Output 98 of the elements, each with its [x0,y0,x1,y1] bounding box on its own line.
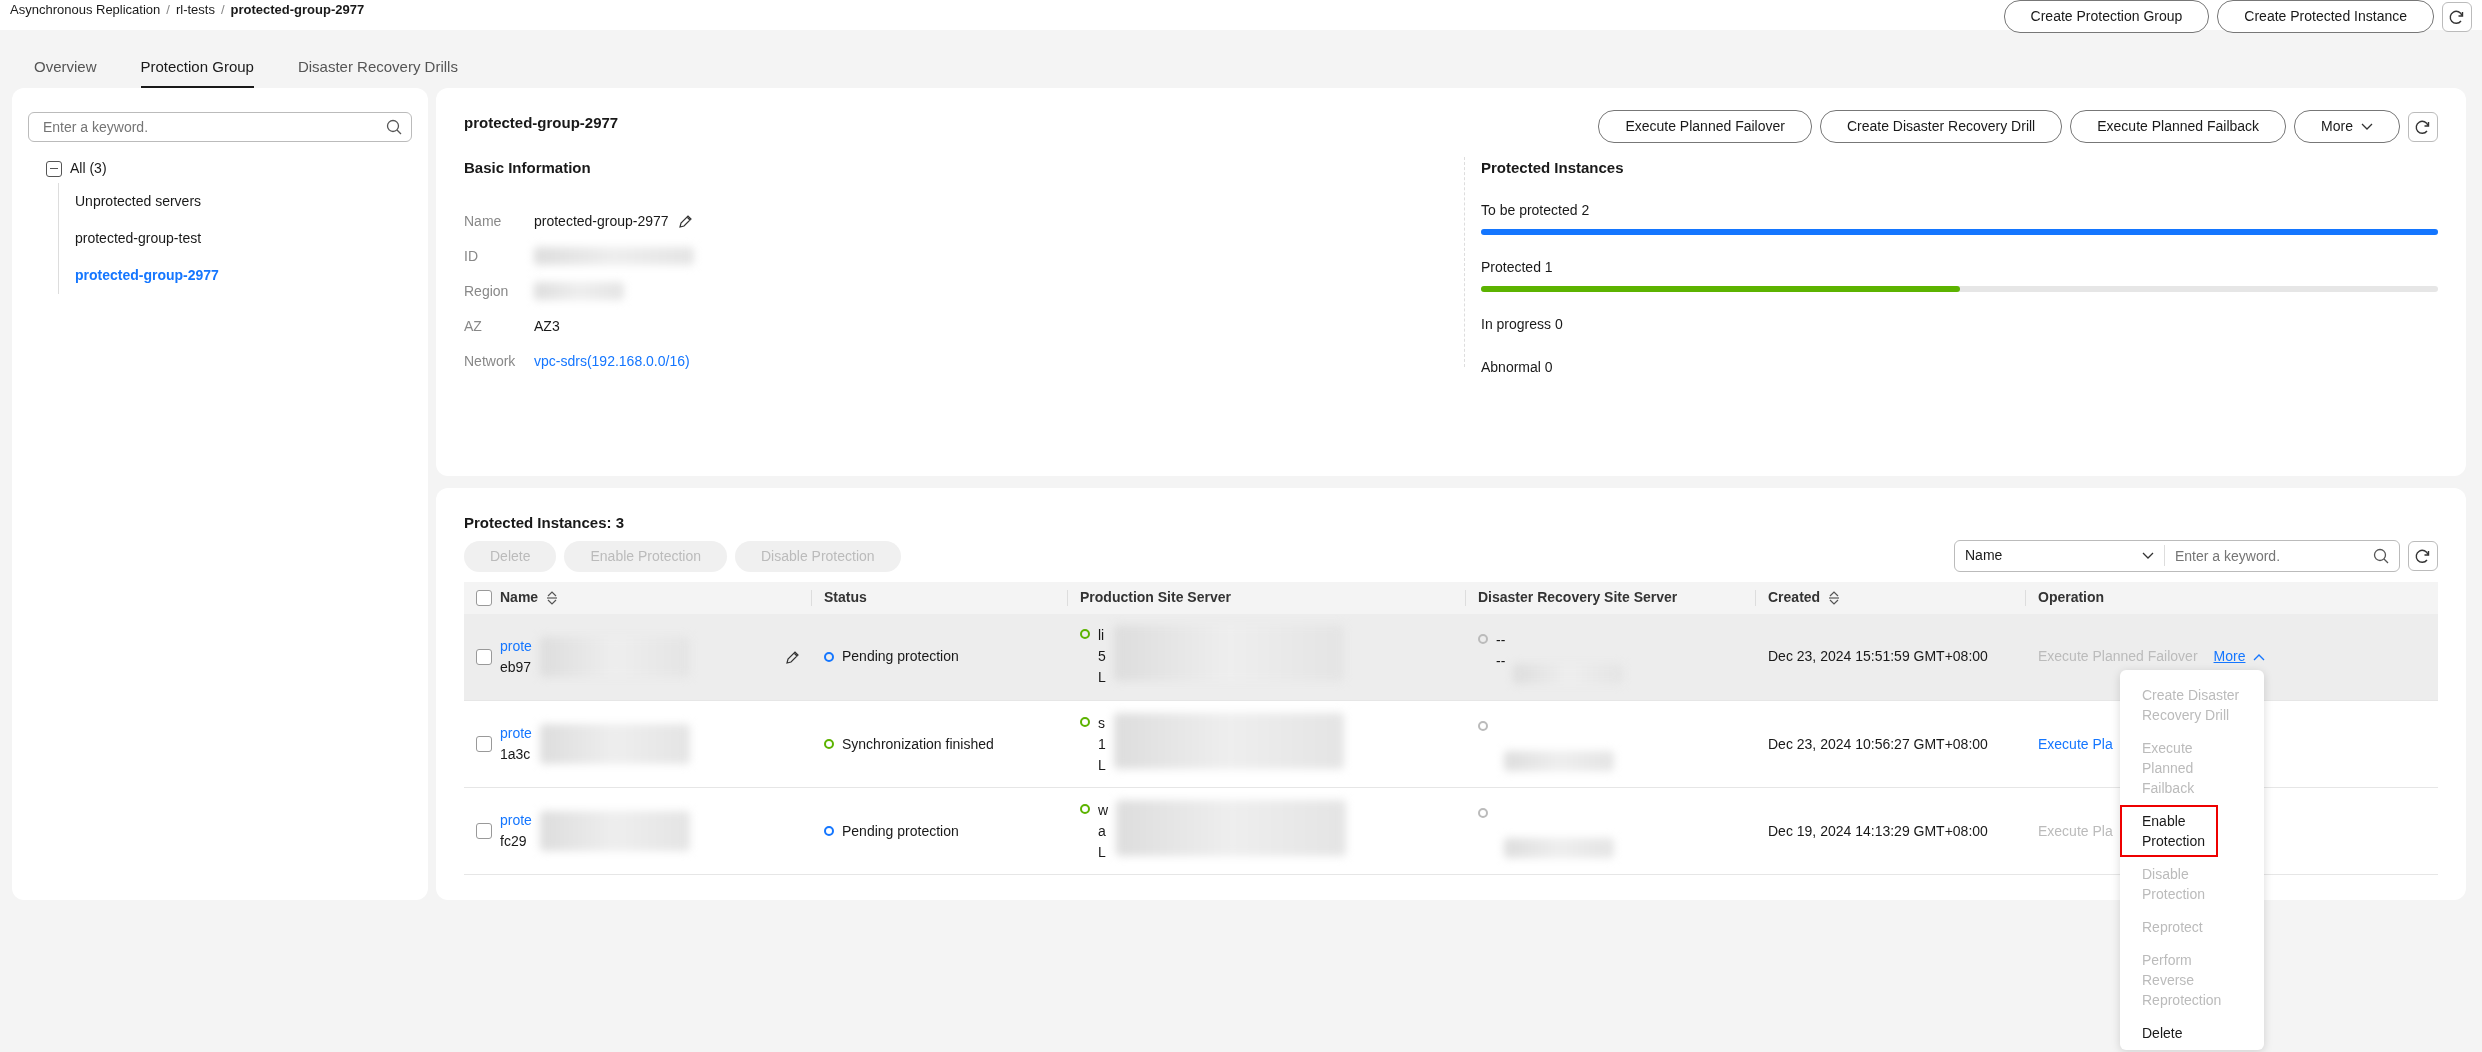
operation-link: Execute Pla [2038,821,2113,841]
more-link[interactable]: More [2213,646,2266,668]
pencil-icon[interactable] [676,213,693,229]
field-label: Name [464,211,503,231]
breadcrumb-link[interactable]: Asynchronous Replication [10,0,161,20]
menu-item: Disable Protection [2120,858,2264,910]
table-title: Protected Instances: 3 [464,513,626,533]
status-dot [1080,716,1090,727]
status-text: Pending protection [842,647,959,667]
table-cell: Dec 23, 2024 15:51:59 GMT+08:00 [1756,613,2026,701]
section-title: Protected Instances [1481,158,1625,178]
sort-icon[interactable] [546,589,559,606]
column-header: Disaster Recovery Site Server [1478,588,1678,607]
refresh-icon [2449,8,2465,25]
stat-label: Protected 1 [1481,257,1554,277]
instance-id: fc29 [500,832,528,851]
tree-item[interactable]: All (3) [70,158,107,179]
server-text: -- [1496,651,1506,671]
column-header: Name [500,588,539,607]
menu-item: Create Disaster Recovery Drill [2120,679,2264,731]
server-text: s [1098,713,1106,733]
search-icon [386,119,402,135]
field-value: protected-group-2977 [534,211,669,231]
action-button[interactable]: Execute Planned Failover [1598,110,1812,143]
stat-label: Abnormal 0 [1481,357,1554,377]
server-text: 1 [1098,734,1106,754]
field-label: AZ [464,316,483,336]
server-text: L [1098,755,1106,775]
instance-link[interactable]: prote [500,723,532,744]
column-header: Status [824,588,867,607]
refresh-button[interactable] [2408,111,2438,142]
stat-label: In progress 0 [1481,314,1564,334]
filter-field[interactable]: Name Enter a keyword. [1954,539,2400,572]
menu-item: Execute Planned Failback [2120,732,2264,804]
server-text: a [1098,821,1107,841]
refresh-button[interactable] [2442,1,2472,32]
status-dot [1478,721,1488,731]
field-label: ID [464,246,479,266]
status-dot [1478,633,1488,644]
section-title: Basic Information [464,158,592,178]
menu-item[interactable]: Enable Protection [2120,805,2218,857]
chevron-down-icon [2142,551,2154,560]
breadcrumb-link[interactable]: rl-tests [175,0,215,20]
breadcrumb-separator: / [166,1,170,19]
checkbox[interactable] [476,823,492,839]
table-cell: Dec 23, 2024 10:56:27 GMT+08:00 [1756,700,2026,788]
header-button[interactable]: Create Protection Group [2003,0,2210,33]
collapse-toggle[interactable] [46,160,62,177]
status-dot [1080,629,1090,640]
tree-item[interactable]: Unprotected servers [58,183,412,220]
header-button[interactable]: Create Protected Instance [2217,0,2434,33]
tab[interactable]: Overview [34,41,97,88]
server-text: -- [1496,630,1506,650]
stat-label: To be protected 2 [1481,200,1591,220]
chevron-up-icon [2253,652,2266,661]
field-label: Network [464,351,517,371]
refresh-button[interactable] [2408,540,2438,571]
instance-id: 1a3c [500,745,532,764]
search-icon [2373,547,2389,564]
server-text: L [1098,668,1106,688]
instance-link[interactable]: prote [500,635,532,657]
breadcrumb-separator: / [220,1,225,19]
instance-id: eb97 [500,657,532,677]
instance-link[interactable]: prote [500,810,532,831]
refresh-icon [2415,118,2431,135]
column-header: Created [1768,588,1821,607]
column-header: Production Site Server [1080,588,1231,607]
menu-item: Reprotect [2120,911,2264,943]
checkbox[interactable] [476,589,492,606]
network-link[interactable]: vpc-sdrs(192.168.0.0/16) [534,350,690,372]
action-button[interactable]: Execute Planned Failback [2070,110,2287,143]
checkbox[interactable] [476,736,492,752]
table-cell: Dec 19, 2024 14:13:29 GMT+08:00 [1756,787,2026,875]
field-value: AZ3 [534,316,560,336]
status-dot [1080,803,1090,814]
server-text: li [1098,626,1106,646]
chevron-down-icon [2361,122,2373,131]
refresh-icon [2415,547,2431,564]
status-text: Pending protection [842,821,959,841]
server-text: w [1098,800,1109,820]
status-dot [1478,808,1488,818]
tree-item[interactable]: protected-group-2977 [58,257,412,294]
status-text: Synchronization finished [842,734,994,754]
search-field[interactable]: Enter a keyword. [28,112,412,142]
menu-item[interactable]: Delete [2120,1017,2264,1049]
field-label: Region [464,281,510,301]
tab[interactable]: Disaster Recovery Drills [297,41,458,88]
group-title: protected-group-2977 [464,113,619,133]
tree-item[interactable]: protected-group-test [58,220,412,257]
operation-link[interactable]: Execute Pla [2038,733,2113,755]
more-button[interactable]: More [2294,110,2400,143]
action-button[interactable]: Create Disaster Recovery Drill [1819,110,2063,143]
column-header: Operation [2038,588,2105,607]
menu-item: Perform Reverse Reprotection [2120,944,2264,1016]
checkbox[interactable] [476,648,492,665]
server-text: L [1098,842,1107,862]
server-text: 5 [1098,647,1106,667]
sort-icon[interactable] [1828,589,1841,606]
